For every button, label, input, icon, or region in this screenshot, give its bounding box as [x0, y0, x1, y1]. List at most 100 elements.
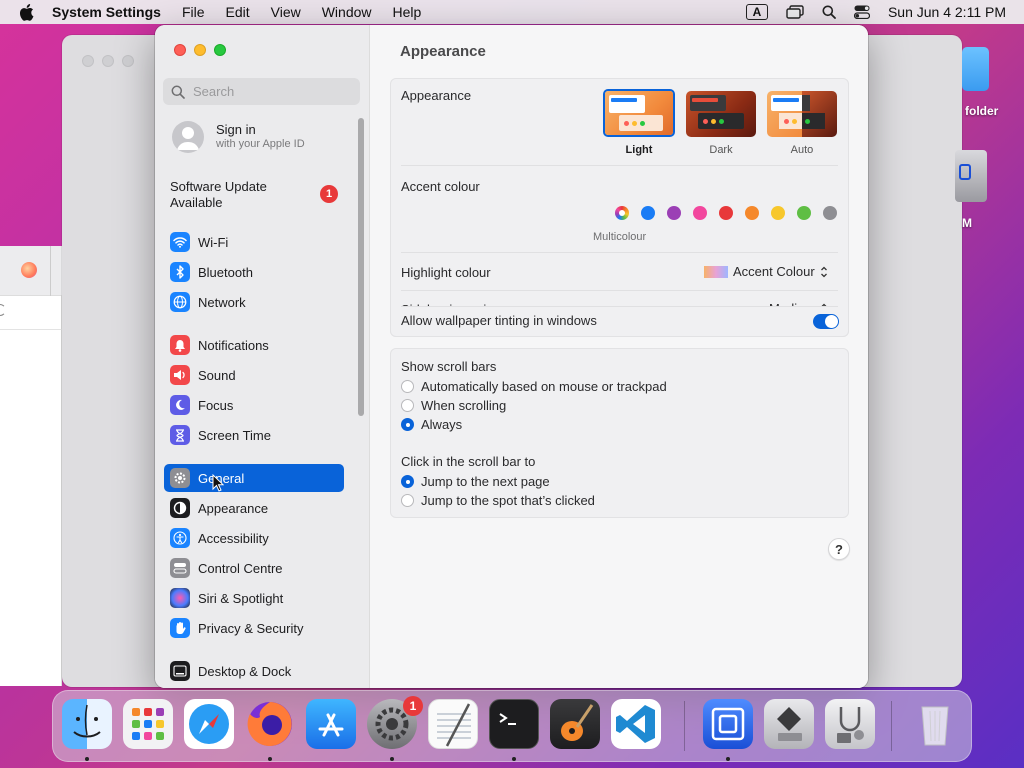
dock-textedit-icon[interactable]: [428, 699, 478, 749]
dock-safari-icon[interactable]: [184, 699, 234, 749]
dock-firefox-icon[interactable]: [245, 699, 295, 749]
gear-icon: [170, 468, 190, 488]
scroll-when-scrolling-radio[interactable]: When scrolling: [401, 398, 506, 413]
highlight-colour-popup[interactable]: Accent Colour: [704, 264, 828, 279]
menu-file[interactable]: File: [182, 4, 205, 20]
update-badge: 1: [320, 185, 338, 203]
sidebar-item-general[interactable]: General: [164, 464, 344, 492]
appearance-auto-label: Auto: [790, 144, 814, 156]
search-field[interactable]: Search: [163, 78, 360, 105]
accent-green-swatch[interactable]: [797, 206, 811, 220]
jump-next-page-radio[interactable]: Jump to the next page: [401, 474, 550, 489]
dock-finder-icon[interactable]: [62, 699, 112, 749]
desktop-folder-label[interactable]: folder: [965, 104, 998, 118]
highlight-colour-value: Accent Colour: [733, 264, 815, 279]
sidebar-item-notifications[interactable]: Notifications: [164, 331, 344, 359]
appearance-light-option[interactable]: [603, 89, 675, 137]
highlight-swatch: [704, 265, 728, 278]
jump-spot-clicked-radio[interactable]: Jump to the spot that’s clicked: [401, 493, 595, 508]
dock-app-store-icon[interactable]: [306, 699, 356, 749]
sidebar-item-wifi[interactable]: Wi-Fi: [164, 228, 344, 256]
dock-garageband-icon[interactable]: [550, 699, 600, 749]
input-source-indicator[interactable]: A: [745, 4, 768, 20]
moon-icon: [170, 395, 190, 415]
accent-yellow-swatch[interactable]: [771, 206, 785, 220]
bell-icon: [170, 335, 190, 355]
appearance-auto-option[interactable]: [767, 91, 837, 137]
sidebar-item-bluetooth[interactable]: Bluetooth: [164, 258, 344, 286]
dock-disk-utility-icon[interactable]: [825, 699, 875, 749]
sidebar-item-label: Sound: [198, 367, 236, 383]
wifi-icon: [170, 232, 190, 252]
dock-screen-sharing-icon[interactable]: [703, 699, 753, 749]
sidebar-item-sound[interactable]: Sound: [164, 361, 344, 389]
menu-window[interactable]: Window: [322, 4, 372, 20]
dock-terminal-icon[interactable]: [489, 699, 539, 749]
menu-view[interactable]: View: [271, 4, 301, 20]
dock-boot-camp-icon[interactable]: [764, 699, 814, 749]
highlight-colour-label: Highlight colour: [401, 265, 491, 280]
sidebar-item-label: Appearance: [198, 500, 269, 516]
sidebar-item-label: Siri & Spotlight: [198, 590, 284, 606]
show-scroll-bars-label: Show scroll bars: [401, 359, 497, 374]
sidebar-item-privacy-security[interactable]: Privacy & Security: [164, 614, 344, 642]
scroll-always-radio[interactable]: Always: [401, 417, 462, 432]
accent-orange-swatch[interactable]: [745, 206, 759, 220]
appearance-dark-option[interactable]: [686, 91, 756, 137]
menu-edit[interactable]: Edit: [226, 4, 250, 20]
appearance-label: Appearance: [401, 88, 472, 103]
sidebar-item-siri-spotlight[interactable]: Siri & Spotlight: [164, 584, 344, 612]
accent-blue-swatch[interactable]: [641, 206, 655, 220]
sidebar-item-accessibility[interactable]: Accessibility: [164, 524, 344, 552]
bluetooth-icon: [170, 262, 190, 282]
appearance-dark-label: Dark: [709, 144, 733, 156]
sidebar-scrollbar[interactable]: [358, 118, 364, 416]
sidebar-item-focus[interactable]: Focus: [164, 391, 344, 419]
control-centre-icon[interactable]: [853, 5, 870, 19]
stepper-icon: [820, 266, 827, 277]
accent-multicolour-swatch[interactable]: [615, 206, 629, 220]
dock-launchpad-icon[interactable]: [123, 699, 173, 749]
accent-graphite-swatch[interactable]: [823, 206, 837, 220]
siri-icon: [170, 588, 190, 608]
appearance-panel: Appearance Light Dark Auto Accent colour…: [390, 78, 849, 337]
software-update-item[interactable]: Software Update Available: [170, 179, 300, 211]
menu-help[interactable]: Help: [393, 4, 422, 20]
control-centre-sidebar-icon: [170, 558, 190, 578]
dock-trash-icon[interactable]: [910, 699, 960, 749]
sidebar-item-desktop-dock[interactable]: Desktop & Dock: [164, 657, 344, 685]
dock-settings-badge: 1: [403, 696, 423, 716]
wallpaper-tinting-label: Allow wallpaper tinting in windows: [401, 313, 597, 328]
accent-purple-swatch[interactable]: [667, 206, 681, 220]
screen-mirroring-icon[interactable]: [786, 5, 804, 19]
apple-id-signin[interactable]: Sign in with your Apple ID: [172, 121, 305, 153]
dock-vscode-icon[interactable]: [611, 699, 661, 749]
close-button[interactable]: [174, 44, 186, 56]
sidebar-item-screen-time[interactable]: Screen Time: [164, 421, 344, 449]
speaker-icon: [170, 365, 190, 385]
signin-title: Sign in: [216, 122, 256, 137]
accessibility-icon: [170, 528, 190, 548]
spotlight-search-icon[interactable]: [822, 5, 836, 19]
sidebar-item-appearance[interactable]: Appearance: [164, 494, 344, 522]
desktop-drive-icon[interactable]: [955, 150, 987, 202]
system-settings-window: Search Sign in with your Apple ID Softwa…: [155, 25, 868, 688]
desktop-drive-label[interactable]: M: [962, 216, 972, 230]
menu-clock[interactable]: Sun Jun 4 2:11 PM: [888, 4, 1006, 20]
apple-menu-icon[interactable]: [16, 2, 36, 22]
sidebar-item-control-centre[interactable]: Control Centre: [164, 554, 344, 582]
sidebar-item-label: Desktop & Dock: [198, 663, 292, 679]
desktop-folder-icon[interactable]: [962, 47, 989, 91]
menu-app-name[interactable]: System Settings: [52, 4, 161, 20]
scroll-bars-panel: Show scroll bars Automatically based on …: [390, 348, 849, 518]
accent-red-swatch[interactable]: [719, 206, 733, 220]
wallpaper-tinting-toggle[interactable]: [813, 314, 839, 329]
sidebar-item-network[interactable]: Network: [164, 288, 344, 316]
appearance-light-label: Light: [625, 144, 653, 156]
scroll-auto-radio[interactable]: Automatically based on mouse or trackpad: [401, 379, 667, 394]
help-button[interactable]: ?: [828, 538, 850, 560]
accent-pink-swatch[interactable]: [693, 206, 707, 220]
avatar: [172, 121, 204, 153]
zoom-button[interactable]: [214, 44, 226, 56]
minimize-button[interactable]: [194, 44, 206, 56]
